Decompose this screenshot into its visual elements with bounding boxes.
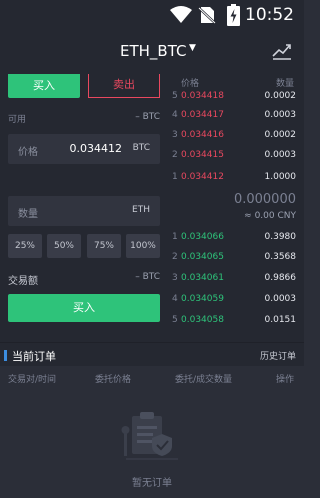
current-orders-title: 当前订单: [12, 350, 56, 363]
history-orders-link[interactable]: 历史订单: [260, 349, 296, 362]
sell-tab[interactable]: 卖出: [88, 74, 160, 98]
last-price: 0.000000: [233, 192, 296, 207]
bid-price: 0.034058: [181, 315, 224, 325]
battery-charging-icon: [227, 4, 240, 26]
bid-qty: 0.3568: [264, 252, 297, 262]
quantity-placeholder: 数量: [18, 209, 38, 220]
bid-index: 4: [172, 294, 178, 304]
empty-orders-icon: [121, 412, 178, 460]
ask-price: 0.034412: [181, 172, 224, 182]
ask-index: 1: [172, 172, 178, 182]
current-orders-header: 当前订单 历史订单: [0, 342, 304, 366]
col-pair-time: 交易对/时间: [8, 375, 57, 385]
col-order-qty: 委托/成交数量: [175, 375, 233, 385]
buy-tab[interactable]: 买入: [8, 74, 80, 98]
bid-price: 0.034066: [181, 232, 224, 242]
percent-25-button[interactable]: 25%: [8, 234, 42, 258]
col-action: 操作: [276, 375, 295, 385]
ask-qty: 0.0003: [264, 110, 297, 120]
ask-index: 3: [172, 130, 178, 140]
no-sim-icon: [198, 7, 216, 24]
bid-row[interactable]: 3 0.034061 0.9866: [172, 271, 296, 289]
available-value: – BTC: [135, 112, 160, 122]
quantity-input[interactable]: 数量 ETH: [8, 196, 160, 226]
ask-price: 0.034415: [181, 150, 224, 160]
percent-100-button[interactable]: 100%: [126, 234, 160, 258]
bid-qty: 0.9866: [264, 273, 297, 283]
ask-index: 2: [172, 150, 178, 160]
orderbook-price-header: 价格: [181, 79, 200, 89]
ask-index: 4: [172, 110, 178, 120]
ask-price: 0.034416: [181, 130, 224, 140]
trading-pair-selector[interactable]: ETH_BTC: [120, 42, 186, 60]
bid-price: 0.034065: [181, 252, 224, 262]
bid-index: 5: [172, 315, 178, 325]
ask-price: 0.034418: [181, 91, 224, 101]
bid-row[interactable]: 1 0.034066 0.3980: [172, 230, 296, 248]
last-price-cny: ≈ 0.00 CNY: [244, 211, 296, 221]
price-input[interactable]: 价格 0.034412 BTC: [8, 134, 160, 164]
bid-qty: 0.0151: [264, 315, 297, 325]
bid-index: 2: [172, 252, 178, 262]
ask-qty: 0.0002: [264, 130, 297, 140]
caret-down-icon[interactable]: ▼: [189, 43, 196, 53]
app-header: ETH_BTC ▼: [0, 30, 304, 74]
bid-qty: 0.3980: [264, 232, 297, 242]
empty-orders-text: 暂无订单: [132, 478, 172, 489]
bid-row[interactable]: 2 0.034065 0.3568: [172, 250, 296, 268]
buy-submit-button[interactable]: 买入: [8, 294, 160, 322]
orderbook-qty-header: 数量: [276, 79, 295, 89]
price-label: 价格: [18, 147, 38, 158]
amount-value: – BTC: [135, 272, 160, 282]
ask-price: 0.034417: [181, 110, 224, 120]
wifi-icon: [170, 6, 192, 23]
price-unit: BTC: [132, 143, 150, 153]
ask-qty: 0.0003: [264, 150, 297, 160]
ask-row[interactable]: 2 0.034415 0.0003: [172, 148, 296, 166]
percent-50-button[interactable]: 50%: [47, 234, 81, 258]
bid-index: 3: [172, 273, 178, 283]
ask-qty: 1.0000: [264, 172, 297, 182]
status-time: 10:52: [245, 5, 294, 25]
col-order-price: 委托价格: [95, 375, 132, 385]
ask-qty: 0.0002: [264, 91, 297, 101]
section-accent-bar: [4, 350, 7, 361]
ask-index: 5: [172, 91, 178, 101]
percent-75-button[interactable]: 75%: [87, 234, 121, 258]
bid-price: 0.034059: [181, 294, 224, 304]
bid-qty: 0.0003: [264, 294, 297, 304]
quantity-unit: ETH: [132, 205, 150, 215]
available-label: 可用: [8, 115, 27, 125]
ask-row[interactable]: 5 0.034418 0.0002: [172, 89, 296, 107]
bid-index: 1: [172, 232, 178, 242]
ask-row[interactable]: 3 0.034416 0.0002: [172, 128, 296, 146]
bid-row[interactable]: 4 0.034059 0.0003: [172, 292, 296, 310]
trend-chart-icon[interactable]: [272, 42, 292, 60]
bid-row[interactable]: 5 0.034058 0.0151: [172, 313, 296, 331]
bid-price: 0.034061: [181, 273, 224, 283]
amount-label: 交易额: [8, 276, 38, 287]
price-value[interactable]: 0.034412: [70, 142, 123, 155]
status-bar: 10:52: [0, 0, 304, 30]
ask-row[interactable]: 4 0.034417 0.0003: [172, 108, 296, 126]
ask-row[interactable]: 1 0.034412 1.0000: [172, 170, 296, 188]
